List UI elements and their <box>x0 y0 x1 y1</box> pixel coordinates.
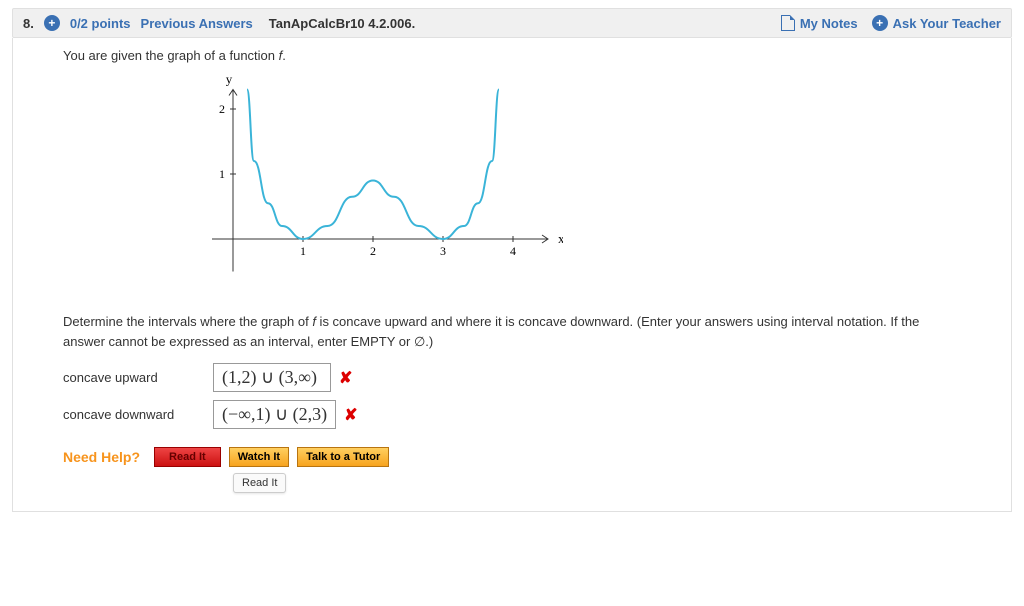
question-id: TanApCalcBr10 4.2.006. <box>269 16 415 31</box>
instructions: Determine the intervals where the graph … <box>63 312 961 351</box>
need-help-row: Need Help? Read It Watch It Talk to a Tu… <box>63 447 961 467</box>
function-graph: 1 2 3 4 1 2 x y <box>183 69 961 302</box>
watch-it-button[interactable]: Watch It <box>229 447 289 467</box>
talk-tutor-button[interactable]: Talk to a Tutor <box>297 447 389 467</box>
my-notes-link[interactable]: My Notes <box>781 15 858 31</box>
question-header: 8. + 0/2 points Previous Answers TanApCa… <box>12 8 1012 38</box>
concave-downward-row: concave downward (−∞,1) ∪ (2,3) ✘ <box>63 400 961 429</box>
wrong-icon: ✘ <box>339 368 352 388</box>
question-number: 8. <box>23 16 34 31</box>
header-right: My Notes + Ask Your Teacher <box>781 15 1001 31</box>
svg-text:x: x <box>558 231 563 246</box>
ask-teacher-link[interactable]: + Ask Your Teacher <box>872 15 1001 31</box>
plus-icon[interactable]: + <box>44 15 60 31</box>
concave-upward-row: concave upward (1,2) ∪ (3,∞) ✘ <box>63 363 961 392</box>
graph-svg: 1 2 3 4 1 2 x y <box>183 69 563 299</box>
svg-text:1: 1 <box>219 167 225 181</box>
note-icon <box>781 15 795 31</box>
need-help-label: Need Help? <box>63 449 140 465</box>
plus-icon: + <box>872 15 888 31</box>
downward-answer-input[interactable]: (−∞,1) ∪ (2,3) <box>213 400 336 429</box>
instr-part1: Determine the intervals where the graph … <box>63 314 312 329</box>
previous-answers-link[interactable]: Previous Answers <box>141 16 253 31</box>
my-notes-label: My Notes <box>800 16 858 31</box>
svg-text:2: 2 <box>219 102 225 116</box>
header-left: 8. + 0/2 points Previous Answers TanApCa… <box>23 15 415 31</box>
upward-answer-input[interactable]: (1,2) ∪ (3,∞) <box>213 363 331 392</box>
tooltip-row: Read It <box>63 467 961 493</box>
prompt-text: You are given the graph of a function <box>63 48 279 63</box>
svg-text:1: 1 <box>300 244 306 258</box>
wrong-icon: ✘ <box>344 405 357 425</box>
question-body: You are given the graph of a function f.… <box>12 38 1012 512</box>
downward-label: concave downward <box>63 407 213 422</box>
period: . <box>282 48 286 63</box>
svg-text:4: 4 <box>510 244 516 258</box>
svg-text:2: 2 <box>370 244 376 258</box>
prompt: You are given the graph of a function f. <box>63 48 961 63</box>
read-it-tooltip: Read It <box>233 473 286 493</box>
read-it-button[interactable]: Read It <box>154 447 221 467</box>
upward-label: concave upward <box>63 370 213 385</box>
ask-teacher-label: Ask Your Teacher <box>893 16 1001 31</box>
points-link[interactable]: 0/2 points <box>70 16 131 31</box>
svg-text:3: 3 <box>440 244 446 258</box>
svg-text:y: y <box>226 72 233 87</box>
